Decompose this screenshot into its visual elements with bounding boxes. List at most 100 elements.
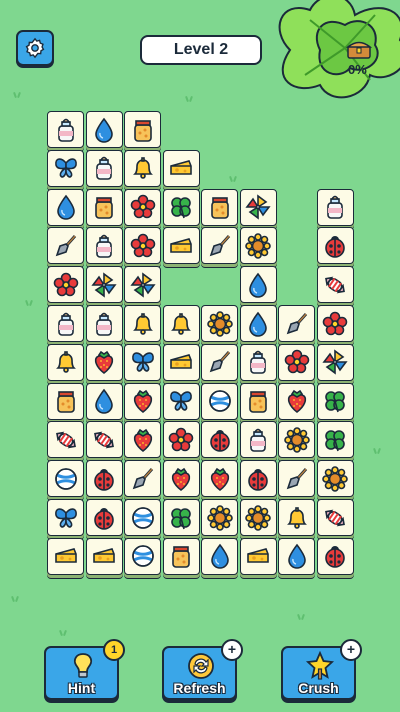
tile-clover[interactable]	[316, 421, 354, 459]
tile-jar[interactable]	[124, 111, 161, 148]
tile-shovel[interactable]	[278, 460, 315, 498]
tile-pinwheel[interactable]	[124, 266, 161, 304]
treasure-chest-icon[interactable]	[346, 38, 372, 60]
tile-sunflower[interactable]	[201, 305, 238, 342]
settings-button[interactable]	[16, 30, 54, 66]
tile-bell[interactable]	[124, 149, 161, 187]
tile-ladybug[interactable]	[85, 460, 123, 498]
tile-drop[interactable]	[85, 111, 123, 148]
refresh-button[interactable]: Refresh +	[162, 639, 243, 700]
tile-flower[interactable]	[278, 343, 315, 381]
tile-cheese[interactable]	[162, 343, 200, 381]
tile-ball[interactable]	[201, 382, 238, 420]
tile-butterfly[interactable]	[47, 499, 84, 536]
bottle-icon	[53, 311, 79, 337]
tile-bell[interactable]	[47, 343, 84, 381]
tile-drop[interactable]	[47, 188, 84, 226]
clover-icon	[168, 194, 194, 220]
tile-bell[interactable]	[162, 305, 200, 342]
tile-bottle[interactable]	[47, 111, 84, 148]
strawberry-icon	[207, 466, 233, 492]
tile-drop[interactable]	[239, 305, 277, 342]
tile-sunflower[interactable]	[201, 499, 238, 536]
tile-flower[interactable]	[124, 227, 161, 265]
tile-flower[interactable]	[316, 305, 354, 342]
tile-jar[interactable]	[239, 382, 277, 420]
tile-butterfly[interactable]	[47, 149, 84, 187]
tile-candy[interactable]	[316, 266, 354, 304]
tile-shovel[interactable]	[124, 460, 161, 498]
tile-strawberry[interactable]	[162, 460, 200, 498]
tile-flower[interactable]	[47, 266, 84, 304]
tile-strawberry[interactable]	[278, 382, 315, 420]
bell-icon	[53, 349, 79, 375]
tile-bottle[interactable]	[316, 188, 354, 226]
tile-cheese[interactable]	[162, 149, 200, 187]
tile-sunflower[interactable]	[316, 460, 354, 498]
tile-flower[interactable]	[162, 421, 200, 459]
tile-bottle[interactable]	[239, 343, 277, 381]
drop-icon	[53, 194, 79, 220]
bottle-icon	[91, 233, 117, 259]
tile-shovel[interactable]	[47, 227, 84, 265]
tile-cheese[interactable]	[239, 537, 277, 575]
tile-cheese[interactable]	[85, 537, 123, 575]
bottle-icon	[322, 194, 348, 220]
tile-drop[interactable]	[85, 382, 123, 420]
tile-strawberry[interactable]	[85, 343, 123, 381]
tile-ball[interactable]	[47, 460, 84, 498]
tile-flower[interactable]	[124, 188, 161, 226]
crush-button[interactable]: Crush +	[281, 639, 362, 700]
ball-icon	[130, 505, 156, 531]
tile-sunflower[interactable]	[239, 227, 277, 265]
tile-jar[interactable]	[85, 188, 123, 226]
tile-ball[interactable]	[124, 499, 161, 536]
tile-sunflower[interactable]	[239, 499, 277, 536]
crush-add-badge[interactable]: +	[340, 639, 362, 661]
tile-cheese[interactable]	[47, 537, 84, 575]
tile-drop[interactable]	[201, 537, 238, 575]
tile-ladybug[interactable]	[316, 227, 354, 265]
tile-strawberry[interactable]	[201, 460, 238, 498]
tile-ladybug[interactable]	[239, 460, 277, 498]
tile-strawberry[interactable]	[124, 382, 161, 420]
cheese-icon	[168, 349, 194, 375]
tile-pinwheel[interactable]	[239, 188, 277, 226]
tile-shovel[interactable]	[201, 343, 238, 381]
tile-pinwheel[interactable]	[316, 343, 354, 381]
tile-ball[interactable]	[124, 537, 161, 575]
tile-bottle[interactable]	[85, 305, 123, 342]
tile-shovel[interactable]	[201, 227, 238, 265]
sunflower-icon	[322, 465, 348, 492]
tile-clover[interactable]	[162, 499, 200, 536]
tile-butterfly[interactable]	[162, 382, 200, 420]
tile-bell[interactable]	[278, 499, 315, 536]
tile-ladybug[interactable]	[201, 421, 238, 459]
tile-bottle[interactable]	[85, 149, 123, 187]
tile-drop[interactable]	[278, 537, 315, 575]
tile-clover[interactable]	[316, 382, 354, 420]
tile-drop[interactable]	[239, 266, 277, 304]
tile-bottle[interactable]	[85, 227, 123, 265]
tile-cheese[interactable]	[162, 227, 200, 265]
tile-pinwheel[interactable]	[85, 266, 123, 304]
refresh-add-badge[interactable]: +	[221, 639, 243, 661]
tile-jar[interactable]	[162, 537, 200, 575]
sunflower-icon	[283, 427, 310, 453]
tile-sunflower[interactable]	[278, 421, 315, 459]
tile-candy[interactable]	[85, 421, 123, 459]
tile-strawberry[interactable]	[124, 421, 161, 459]
tile-ladybug[interactable]	[316, 537, 354, 575]
tile-bottle[interactable]	[239, 421, 277, 459]
hint-button[interactable]: Hint 1	[44, 639, 125, 700]
tile-candy[interactable]	[47, 421, 84, 459]
tile-bell[interactable]	[124, 305, 161, 342]
tile-jar[interactable]	[201, 188, 238, 226]
tile-shovel[interactable]	[278, 305, 315, 342]
tile-butterfly[interactable]	[124, 343, 161, 381]
tile-jar[interactable]	[47, 382, 84, 420]
tile-ladybug[interactable]	[85, 499, 123, 536]
tile-candy[interactable]	[316, 499, 354, 536]
tile-bottle[interactable]	[47, 305, 84, 342]
tile-clover[interactable]	[162, 188, 200, 226]
